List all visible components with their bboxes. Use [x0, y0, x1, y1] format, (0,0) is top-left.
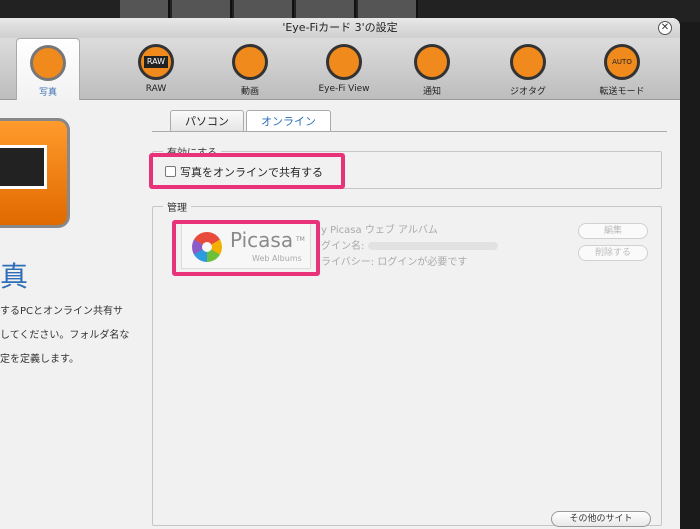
left-panel: 真 するPCとオンライン共有サ してください。フォルダ名な 定を定義します。: [0, 100, 145, 529]
person-photo-icon: [0, 145, 47, 189]
manage-legend: 管理: [163, 199, 191, 214]
tool-label: 転送モード: [599, 87, 645, 97]
tab-bar: パソコン オンライン: [170, 110, 333, 132]
service-privacy: ライバシー: ログインが必要です: [321, 257, 468, 268]
tool-eye-fi-view[interactable]: Eye-Fi View: [312, 38, 376, 100]
section-title: 真: [0, 260, 29, 293]
settings-window: 'Eye-Fiカード 3'の設定 ✕ 写真 RAW RAW 動画 Eye-Fi …: [0, 18, 680, 529]
delete-button[interactable]: 削除する: [578, 245, 648, 261]
raw-icon: RAW: [138, 44, 174, 80]
edit-button[interactable]: 編集: [578, 223, 648, 239]
online-tab-panel: 有効にする 写真をオンラインで共有する 管理 Picasa TM Web Alb…: [152, 131, 667, 527]
service-info: y Picasa ウェブ アルバム グイン名: ライバシー: ログインが必要です: [321, 223, 498, 271]
title-bar: 'Eye-Fiカード 3'の設定 ✕: [0, 18, 680, 38]
bell-icon: [414, 44, 450, 80]
highlight-picasa-logo: [172, 220, 320, 276]
photo-icon: [30, 45, 66, 81]
geotag-icon: [510, 44, 546, 80]
tool-raw[interactable]: RAW RAW: [124, 38, 188, 100]
highlight-share-checkbox: [149, 153, 345, 189]
tab-online[interactable]: オンライン: [246, 110, 331, 132]
tool-label: Eye-Fi View: [318, 84, 370, 94]
service-name: y Picasa ウェブ アルバム: [321, 225, 438, 236]
tool-label: ジオタグ: [509, 87, 546, 97]
service-login: グイン名:: [321, 239, 498, 255]
tool-label: 写真: [38, 88, 57, 98]
redacted-login: [367, 242, 498, 250]
transfer-mode-icon: AUTO: [604, 44, 640, 80]
tool-geotag[interactable]: ジオタグ: [496, 38, 560, 100]
section-description: するPCとオンライン共有サ してください。フォルダ名な 定を定義します。: [0, 306, 130, 365]
toolbar: 写真 RAW RAW 動画 Eye-Fi View 通知 ジオタグ AUTO 転…: [0, 38, 680, 101]
window-title: 'Eye-Fiカード 3'の設定: [282, 21, 398, 34]
tool-label: 通知: [422, 87, 441, 97]
photo-large-icon: [0, 118, 70, 228]
binoculars-icon: [326, 44, 362, 80]
tool-notification[interactable]: 通知: [400, 38, 464, 100]
tool-video[interactable]: 動画: [218, 38, 282, 100]
tool-label: 動画: [240, 87, 259, 97]
tab-pc[interactable]: パソコン: [170, 110, 244, 132]
tool-transfer-mode[interactable]: AUTO 転送モード: [590, 38, 654, 100]
other-sites-button[interactable]: その他のサイト: [551, 511, 651, 527]
close-button[interactable]: ✕: [658, 21, 672, 35]
film-reel-icon: [232, 44, 268, 80]
tool-label: RAW: [145, 84, 167, 94]
tool-photo[interactable]: 写真: [16, 38, 80, 101]
